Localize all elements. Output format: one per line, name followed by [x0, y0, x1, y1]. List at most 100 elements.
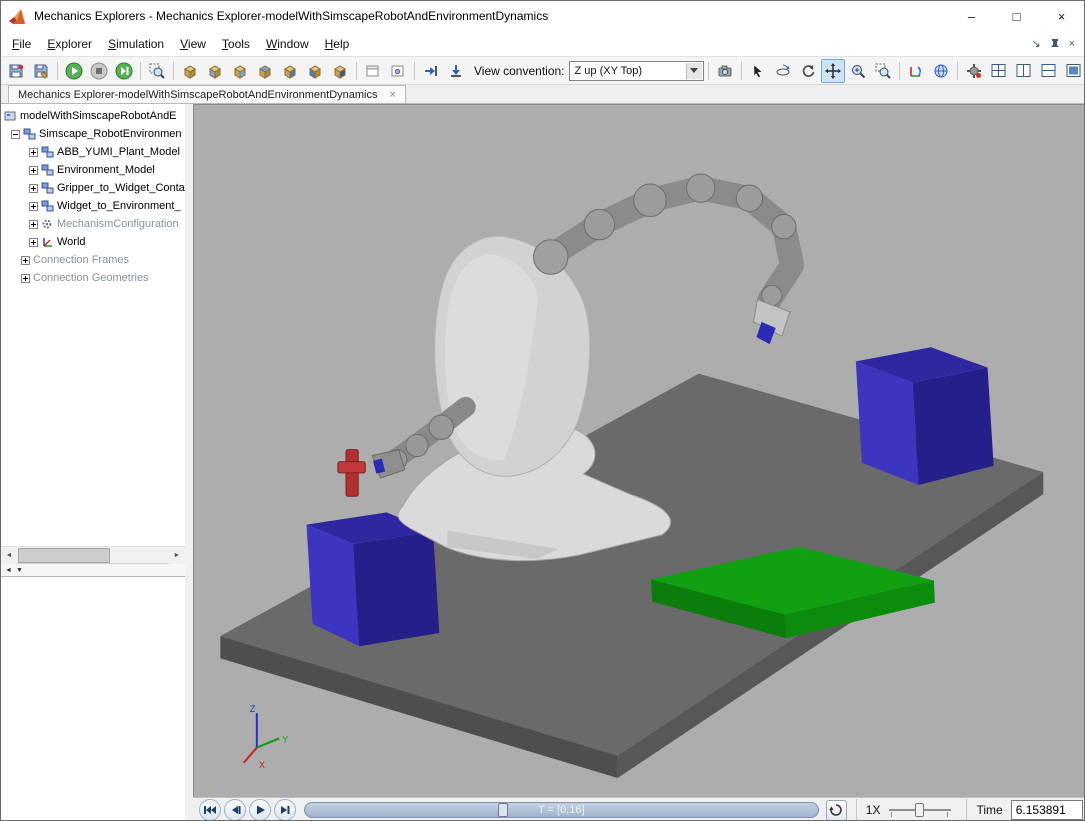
roll-tool-button[interactable]	[796, 59, 820, 83]
scrollbar-track[interactable]	[17, 547, 169, 564]
front-view-button[interactable]	[203, 59, 227, 83]
matlab-logo-icon	[8, 8, 28, 25]
close-button[interactable]: ×	[1039, 1, 1084, 31]
minimize-button[interactable]: –	[949, 1, 994, 31]
3d-scene[interactable]: Z Y X	[194, 105, 1085, 797]
tree-item-subsystem[interactable]: Simscape_RobotEnvironmen	[1, 125, 185, 143]
menu-simulation[interactable]: Simulation	[100, 33, 172, 55]
tab-close-icon[interactable]: ×	[389, 89, 395, 101]
tree-item-connection-geometries[interactable]: Connection Geometries	[1, 269, 185, 287]
speed-slider-handle[interactable]	[915, 803, 924, 817]
subsystem-icon	[41, 146, 54, 158]
layout-rows-button[interactable]	[1037, 59, 1061, 83]
menu-window[interactable]: Window	[258, 33, 317, 55]
perspective-globe-button[interactable]	[929, 59, 953, 83]
collapse-all-button[interactable]	[444, 59, 468, 83]
tree-item-subsystem[interactable]: Widget_to_Environment_	[1, 197, 185, 215]
expand-expander-icon[interactable]	[29, 220, 38, 229]
dock-arrow-icon[interactable]: ↘	[1031, 37, 1040, 50]
model-tree: modelWithSimscapeRobotAndE Simscape_Robo…	[1, 104, 185, 546]
step-back-button[interactable]	[224, 799, 246, 821]
loop-button[interactable]	[826, 800, 847, 821]
expand-expander-icon[interactable]	[29, 166, 38, 175]
view-convention-value: Z up (XY Top)	[575, 65, 642, 77]
tree-item-world[interactable]: World	[1, 233, 185, 251]
scrollbar-thumb[interactable]	[18, 548, 110, 563]
layout-single-button[interactable]	[1062, 59, 1085, 83]
axis-z-label: Z	[250, 704, 256, 714]
layout-columns-button[interactable]	[1012, 59, 1036, 83]
menu-explorer[interactable]: Explorer	[39, 33, 100, 55]
fit-to-view-button[interactable]	[145, 59, 169, 83]
frame-toggle-button[interactable]	[361, 59, 385, 83]
window-title: Mechanics Explorers - Mechanics Explorer…	[34, 9, 548, 23]
speed-slider[interactable]	[887, 800, 953, 820]
tree-item-subsystem[interactable]: Gripper_to_Widget_Conta	[1, 179, 185, 197]
zoom-tool-button[interactable]	[846, 59, 870, 83]
step-forward-button[interactable]	[274, 799, 296, 821]
tree-item-subsystem[interactable]: Environment_Model	[1, 161, 185, 179]
scroll-right-icon[interactable]: ►	[169, 547, 185, 564]
tree-item-connection-frames[interactable]: Connection Frames	[1, 251, 185, 269]
expand-expander-icon[interactable]	[21, 274, 30, 283]
tab-mechanics-explorer[interactable]: Mechanics Explorer-modelWithSimscapeRobo…	[8, 85, 406, 103]
menu-view[interactable]: View	[172, 33, 214, 55]
view-convention-select[interactable]: Z up (XY Top)	[569, 61, 704, 81]
panel-close-icon[interactable]: ×	[1069, 38, 1075, 50]
tree-item-mechanism-configuration[interactable]: MechanismConfiguration	[1, 215, 185, 233]
layout-quad-button[interactable]	[987, 59, 1011, 83]
save-button[interactable]	[4, 59, 28, 83]
bottom-view-button[interactable]	[278, 59, 302, 83]
zoom-region-tool-button[interactable]	[871, 59, 895, 83]
play-button[interactable]	[249, 799, 271, 821]
expand-all-button[interactable]	[419, 59, 443, 83]
menu-tools[interactable]: Tools	[214, 33, 258, 55]
expand-expander-icon[interactable]	[21, 256, 30, 265]
viewport-3d[interactable]: Z Y X	[193, 104, 1085, 797]
axis-y-label: Y	[282, 734, 288, 744]
camera-button[interactable]	[713, 59, 737, 83]
blue-box-right[interactable]	[856, 347, 994, 485]
pivot-tool-button[interactable]	[904, 59, 928, 83]
video-settings-button[interactable]	[962, 59, 986, 83]
splitter-collapse-left-icon[interactable]: ◄	[5, 567, 12, 574]
expand-expander-icon[interactable]	[29, 202, 38, 211]
speed-label: 1X	[866, 803, 881, 817]
menu-file[interactable]: File	[4, 33, 39, 55]
time-value-input[interactable]	[1011, 800, 1083, 820]
maximize-button[interactable]: □	[994, 1, 1039, 31]
tree-item-root[interactable]: modelWithSimscapeRobotAndE	[1, 107, 185, 125]
pin-icon[interactable]	[1050, 38, 1060, 49]
select-tool-button[interactable]	[746, 59, 770, 83]
tab-title: Mechanics Explorer-modelWithSimscapeRobo…	[18, 89, 377, 101]
menu-help[interactable]: Help	[317, 33, 358, 55]
right-view-button[interactable]	[328, 59, 352, 83]
view-convention-label: View convention:	[474, 64, 565, 78]
back-view-button[interactable]	[228, 59, 252, 83]
stop-button[interactable]	[87, 59, 111, 83]
splitter-collapse-down-icon[interactable]: ▼	[16, 567, 23, 574]
collapse-expander-icon[interactable]	[11, 130, 20, 139]
time-slider[interactable]: T = [0,16]	[304, 802, 819, 818]
time-slider-handle[interactable]	[498, 803, 508, 817]
pan-tool-button[interactable]	[821, 59, 845, 83]
toolbar-separator	[57, 62, 58, 80]
step-button[interactable]	[112, 59, 136, 83]
left-view-button[interactable]	[303, 59, 327, 83]
expand-expander-icon[interactable]	[29, 238, 38, 247]
tree-item-subsystem[interactable]: ABB_YUMI_Plant_Model	[1, 143, 185, 161]
tree-horizontal-scrollbar[interactable]: ◄ ►	[1, 546, 185, 563]
orbit-tool-button[interactable]	[771, 59, 795, 83]
toolbar-separator	[957, 62, 958, 80]
expand-expander-icon[interactable]	[29, 148, 38, 157]
panel-splitter[interactable]: ◄ ▼	[1, 563, 185, 576]
top-view-button[interactable]	[253, 59, 277, 83]
playbar-separator	[856, 799, 857, 821]
isometric-view-button[interactable]	[178, 59, 202, 83]
expand-expander-icon[interactable]	[29, 184, 38, 193]
go-to-start-button[interactable]	[199, 799, 221, 821]
run-button[interactable]	[62, 59, 86, 83]
com-toggle-button[interactable]	[386, 59, 410, 83]
save-as-button[interactable]	[29, 59, 53, 83]
scroll-left-icon[interactable]: ◄	[1, 547, 17, 564]
